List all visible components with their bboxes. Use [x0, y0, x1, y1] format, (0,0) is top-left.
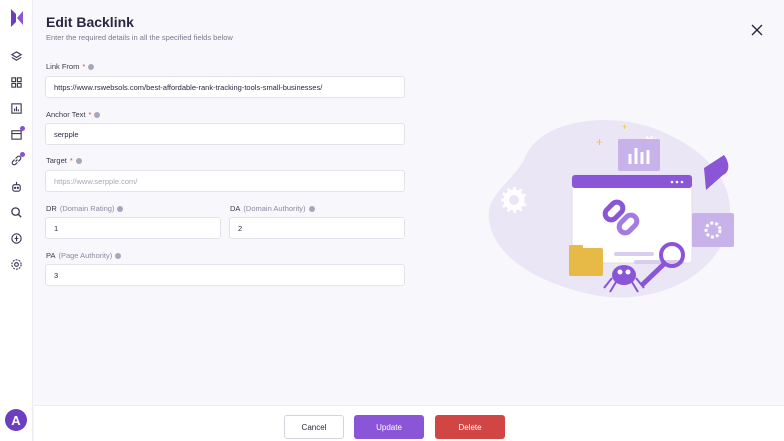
footer: Cancel Update Delete	[34, 405, 784, 441]
pa-input[interactable]	[45, 264, 405, 286]
da-input[interactable]	[229, 217, 405, 239]
settings-icon[interactable]	[8, 256, 25, 273]
close-icon[interactable]	[750, 23, 764, 37]
target-label: Target *	[46, 156, 82, 165]
notification-dot	[20, 152, 25, 157]
target-input[interactable]	[45, 170, 405, 192]
folder-icon	[569, 248, 603, 276]
notification-dot	[20, 126, 25, 131]
info-icon[interactable]	[75, 157, 82, 164]
page-subtitle: Enter the required details in all the sp…	[46, 33, 233, 42]
link-icon[interactable]	[8, 152, 25, 169]
info-icon[interactable]	[88, 63, 95, 70]
dr-label: DR (Domain Rating)	[46, 204, 124, 213]
link-from-label: Link From *	[46, 62, 95, 71]
robot-icon[interactable]	[8, 178, 25, 195]
grid-icon[interactable]	[8, 74, 25, 91]
da-label: DA (Domain Authority)	[230, 204, 315, 213]
info-icon[interactable]	[94, 111, 101, 118]
update-button[interactable]: Update	[354, 415, 424, 439]
sparkle-icon: +	[622, 122, 627, 132]
page-title: Edit Backlink	[46, 14, 134, 30]
info-icon[interactable]	[115, 252, 122, 259]
cancel-button[interactable]: Cancel	[284, 415, 344, 439]
link-from-input[interactable]	[45, 76, 405, 98]
sidebar: A	[0, 0, 33, 441]
delete-button[interactable]: Delete	[435, 415, 505, 439]
gear-icon	[498, 184, 530, 216]
chart-card	[618, 139, 660, 171]
search-icon[interactable]	[8, 204, 25, 221]
main-content: Edit Backlink Enter the required details…	[34, 0, 784, 405]
info-icon[interactable]	[117, 205, 124, 212]
calendar-icon[interactable]	[8, 126, 25, 143]
anchor-text-input[interactable]	[45, 123, 405, 145]
avatar[interactable]: A	[5, 409, 27, 431]
info-icon[interactable]	[308, 205, 315, 212]
anchor-text-label: Anchor Text *	[46, 110, 101, 119]
layers-icon[interactable]	[8, 48, 25, 65]
globe-icon[interactable]	[8, 230, 25, 247]
pa-label: PA (Page Authority)	[46, 251, 122, 260]
sparkle-icon: +	[596, 135, 603, 149]
bar-chart-icon[interactable]	[8, 100, 25, 117]
logo-icon[interactable]	[10, 8, 24, 28]
backlink-illustration: + +	[488, 120, 734, 298]
dr-input[interactable]	[45, 217, 221, 239]
